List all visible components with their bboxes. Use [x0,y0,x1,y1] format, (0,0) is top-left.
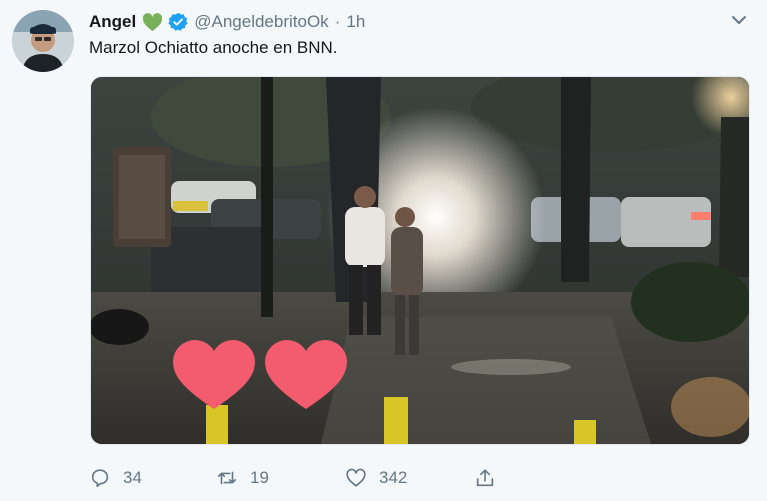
share-icon [474,467,496,489]
tweet-photo[interactable] [90,76,750,445]
retweet-button[interactable]: 19 [216,463,269,493]
reply-icon [89,467,111,489]
avatar-icon [12,10,74,72]
retweet-count: 19 [250,468,269,487]
separator-dot: · [334,12,341,31]
verified-badge-icon [168,12,188,32]
photo-icon [91,77,749,444]
like-button[interactable]: 342 [345,463,407,493]
timestamp[interactable]: 1h [346,12,365,32]
display-name[interactable]: Angel [89,12,136,32]
reply-count: 34 [123,468,142,487]
like-icon [345,467,367,489]
tweet-header: Angel @AngeldebritoOk · 1h [89,9,365,35]
like-count: 342 [379,468,408,487]
reply-button[interactable]: 34 [89,463,142,493]
tweet-text: Marzol Ochiatto anoche en BNN. [89,38,338,57]
tweet-actions: 34 19 342 [89,463,509,493]
avatar[interactable] [12,10,74,72]
chevron-down-icon[interactable] [729,10,749,30]
retweet-icon [216,467,238,489]
green-heart-icon [142,12,163,32]
share-button[interactable] [474,463,496,493]
tweet: Angel @AngeldebritoOk · 1h Marzol Ochiat… [0,0,767,501]
user-handle[interactable]: @AngeldebritoOk [194,12,328,32]
